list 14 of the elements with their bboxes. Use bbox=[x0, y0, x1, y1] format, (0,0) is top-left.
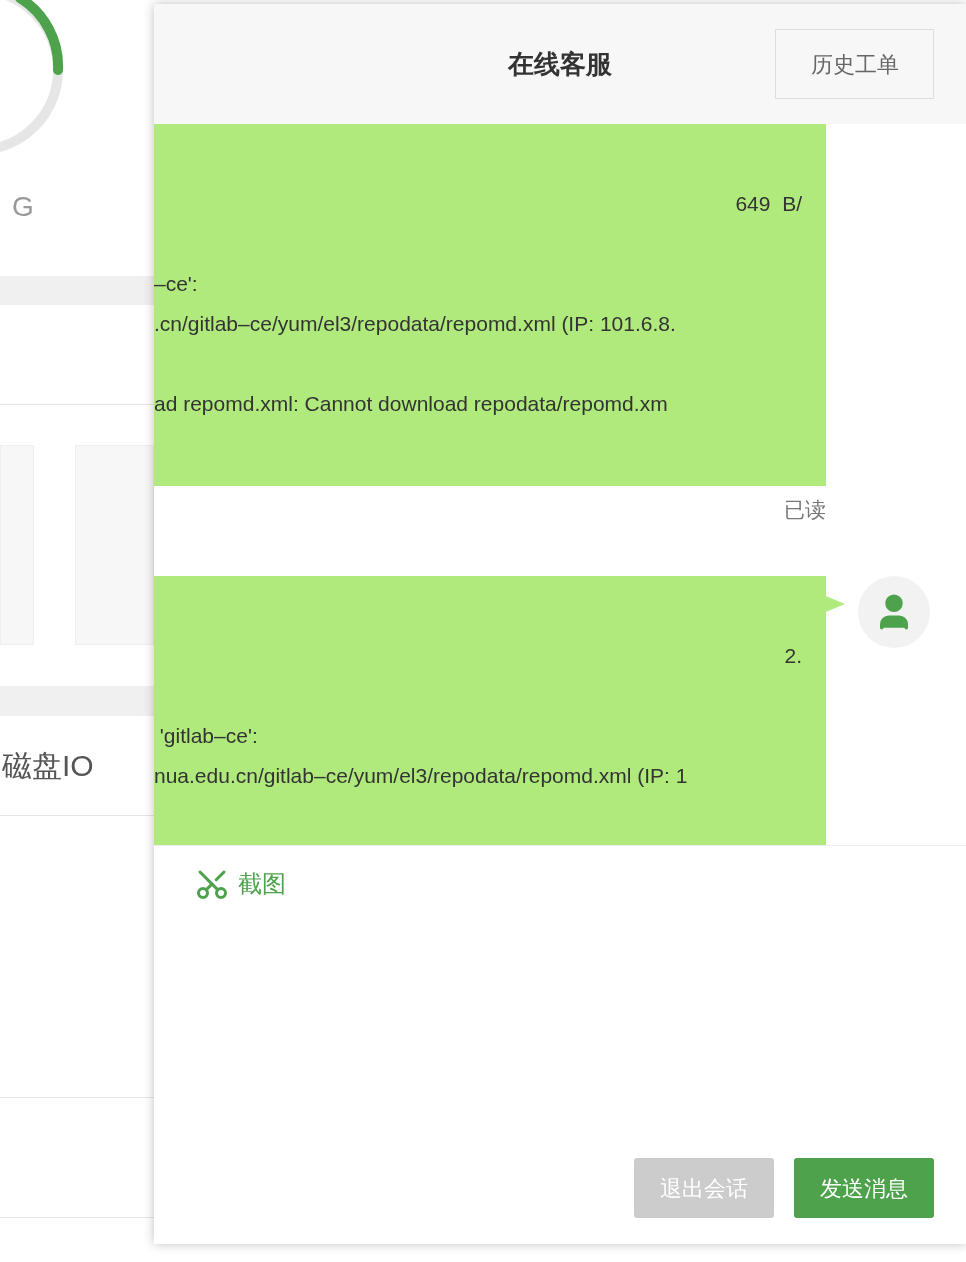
message-text: 649 B/ bbox=[735, 191, 802, 218]
read-status: 已读 bbox=[784, 497, 826, 523]
send-button[interactable]: 发送消息 bbox=[794, 1158, 934, 1218]
gauge-caption: G bbox=[12, 190, 34, 224]
message-text: 2. bbox=[784, 642, 802, 669]
history-button[interactable]: 历史工单 bbox=[775, 29, 934, 99]
screenshot-button[interactable]: 截图 bbox=[194, 866, 286, 902]
message-text: –ce': bbox=[154, 271, 198, 298]
message-text: ad repomd.xml: Cannot download repodata/repomd.xm bbox=[154, 391, 668, 418]
message-text: nua.edu.cn/gitlab–ce/yum/el3/repodata/repomd.xml (IP: 1 bbox=[154, 762, 688, 789]
panel-title: 在线客服 bbox=[508, 47, 612, 81]
message-text: .cn/gitlab–ce/yum/el3/repodata/repomd.xml (IP: 101.6.8. bbox=[154, 311, 676, 338]
message-text: 'gitlab–ce': bbox=[158, 722, 258, 749]
section-title: 磁盘IO bbox=[2, 748, 94, 784]
